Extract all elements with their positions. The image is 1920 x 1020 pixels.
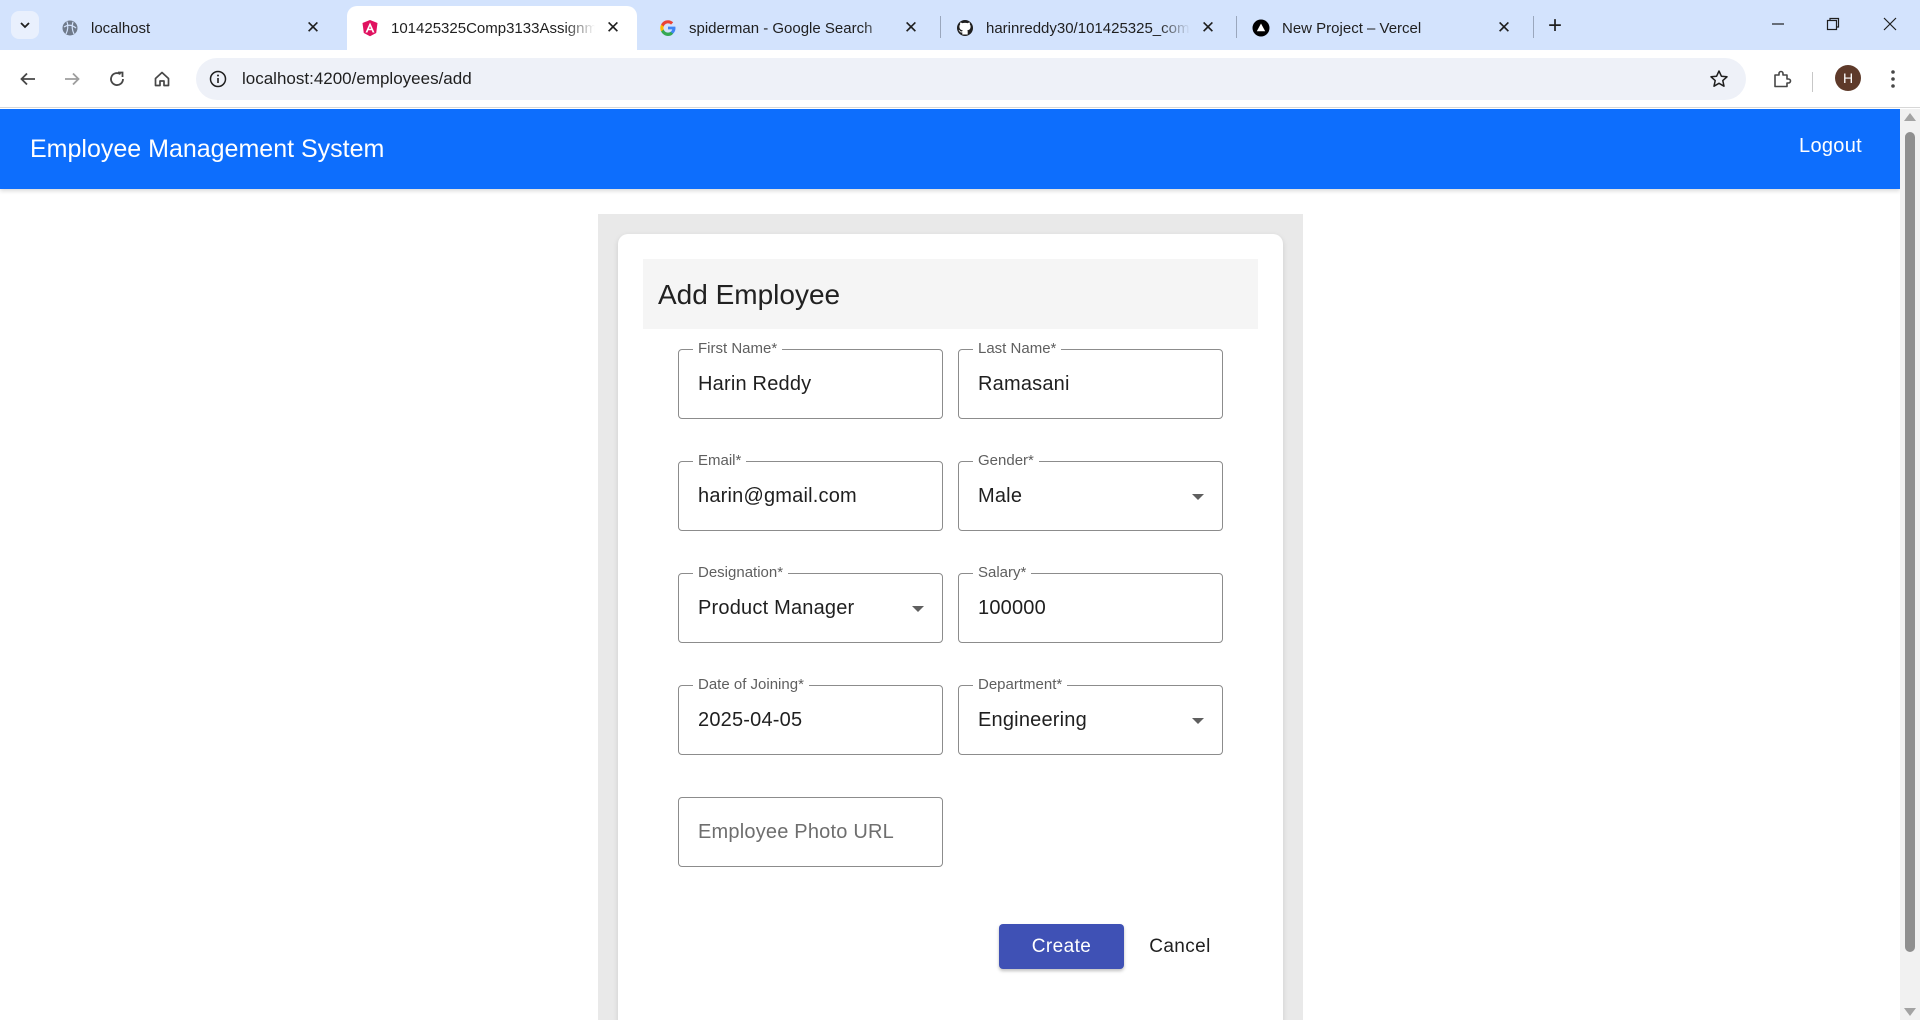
github-icon xyxy=(956,19,974,37)
department-label: Department* xyxy=(973,676,1068,694)
tab-title: 101425325Comp3133Assignme xyxy=(391,19,595,37)
bookmark-star-icon[interactable] xyxy=(1706,66,1732,92)
dropdown-arrow-icon[interactable] xyxy=(912,606,924,612)
salary-field[interactable]: Salary* 100000 xyxy=(958,564,1223,643)
date-of-joining-field[interactable]: Date of Joining* 2025-04-05 xyxy=(678,676,943,755)
reload-button[interactable] xyxy=(101,63,133,95)
designation-label: Designation* xyxy=(693,564,789,582)
scroll-down-arrow-icon[interactable] xyxy=(1904,1008,1916,1016)
gender-select[interactable]: Gender* Male xyxy=(958,452,1223,531)
date-of-joining-label: Date of Joining* xyxy=(693,676,809,694)
arrow-right-icon xyxy=(65,72,80,86)
browser-menu-button[interactable] xyxy=(1877,63,1909,95)
tab-separator xyxy=(1236,16,1237,38)
close-icon xyxy=(1883,17,1897,31)
address-bar[interactable]: localhost:4200/employees/add xyxy=(196,58,1746,100)
card-header: Add Employee xyxy=(643,259,1258,329)
site-info-icon[interactable] xyxy=(207,68,229,90)
google-icon xyxy=(659,19,677,37)
restore-icon xyxy=(1826,17,1840,31)
page-title: Add Employee xyxy=(658,279,841,310)
minimize-icon xyxy=(1772,23,1784,25)
email-field[interactable]: Email* harin@gmail.com xyxy=(678,452,943,531)
designation-value[interactable]: Product Manager xyxy=(698,597,854,620)
browser-tab-vercel[interactable]: New Project – Vercel ✕ xyxy=(1238,6,1528,50)
browser-tab-localhost[interactable]: localhost ✕ xyxy=(47,6,337,50)
tab-title: New Project – Vercel xyxy=(1282,19,1422,37)
logout-button[interactable]: Logout xyxy=(1799,135,1862,158)
first-name-field[interactable]: First Name* Harin Reddy xyxy=(678,340,943,419)
department-value[interactable]: Engineering xyxy=(978,709,1087,732)
browser-tab-angular-app[interactable]: 101425325Comp3133Assignme ✕ xyxy=(347,6,637,50)
cancel-button[interactable]: Cancel xyxy=(1135,924,1225,969)
create-button[interactable]: Create xyxy=(999,924,1124,969)
last-name-value[interactable]: Ramasani xyxy=(978,373,1070,396)
photo-url-placeholder[interactable]: Employee Photo URL xyxy=(698,821,894,844)
salary-value[interactable]: 100000 xyxy=(978,597,1046,620)
browser-tab-google-search[interactable]: spiderman - Google Search ✕ xyxy=(645,6,935,50)
close-icon[interactable]: ✕ xyxy=(901,18,921,38)
tab-separator xyxy=(1533,16,1534,38)
browser-toolbar: localhost:4200/employees/add H xyxy=(0,50,1920,108)
tab-search-button[interactable] xyxy=(11,11,39,39)
photo-url-field[interactable]: Employee Photo URL xyxy=(678,797,943,867)
puzzle-icon xyxy=(1774,70,1792,88)
profile-avatar[interactable]: H xyxy=(1835,65,1861,91)
close-icon[interactable]: ✕ xyxy=(603,18,623,38)
gender-label: Gender* xyxy=(973,452,1039,470)
chevron-down-icon xyxy=(20,22,30,29)
browser-tab-github[interactable]: harinreddy30/101425325_comp ✕ xyxy=(942,6,1232,50)
url-text[interactable]: localhost:4200/employees/add xyxy=(242,69,472,89)
first-name-value[interactable]: Harin Reddy xyxy=(698,373,811,396)
close-icon[interactable]: ✕ xyxy=(303,18,323,38)
reload-icon xyxy=(110,71,124,86)
toolbar-divider xyxy=(1812,72,1813,92)
close-icon[interactable]: ✕ xyxy=(1494,18,1514,38)
page-scrollbar[interactable] xyxy=(1900,109,1920,1020)
email-label: Email* xyxy=(693,452,747,470)
forward-button[interactable] xyxy=(56,63,88,95)
scrollbar-thumb[interactable] xyxy=(1905,132,1915,952)
home-icon xyxy=(154,71,170,87)
more-vertical-icon xyxy=(1891,70,1895,88)
gender-value[interactable]: Male xyxy=(978,485,1022,508)
close-icon[interactable]: ✕ xyxy=(1198,18,1218,38)
department-select[interactable]: Department* Engineering xyxy=(958,676,1223,755)
minimize-button[interactable] xyxy=(1758,8,1798,40)
window-close-button[interactable] xyxy=(1870,8,1910,40)
vercel-icon xyxy=(1252,19,1270,37)
back-button[interactable] xyxy=(12,63,44,95)
email-value[interactable]: harin@gmail.com xyxy=(698,485,857,508)
arrow-left-icon xyxy=(20,72,35,86)
restore-button[interactable] xyxy=(1813,8,1853,40)
page-viewport: Employee Management System Logout Add Em… xyxy=(0,109,1920,1020)
designation-select[interactable]: Designation* Product Manager xyxy=(678,564,943,643)
dropdown-arrow-icon[interactable] xyxy=(1192,718,1204,724)
salary-label: Salary* xyxy=(973,564,1032,582)
tab-title: localhost xyxy=(91,19,151,37)
tab-title: harinreddy30/101425325_comp xyxy=(986,19,1190,37)
new-tab-button[interactable]: + xyxy=(1541,12,1569,40)
globe-icon xyxy=(61,19,79,37)
last-name-label: Last Name* xyxy=(973,340,1062,358)
angular-icon xyxy=(361,19,379,37)
home-button[interactable] xyxy=(146,63,178,95)
last-name-field[interactable]: Last Name* Ramasani xyxy=(958,340,1223,419)
date-of-joining-value[interactable]: 2025-04-05 xyxy=(698,709,802,732)
first-name-label: First Name* xyxy=(693,340,783,358)
extensions-button[interactable] xyxy=(1766,63,1798,95)
tab-title: spiderman - Google Search xyxy=(689,19,873,37)
app-title[interactable]: Employee Management System xyxy=(30,135,384,164)
tab-separator xyxy=(940,16,941,38)
app-navbar: Employee Management System Logout xyxy=(0,109,1900,189)
browser-tab-strip: localhost ✕ 101425325Comp3133Assignme ✕ … xyxy=(0,0,1920,50)
dropdown-arrow-icon[interactable] xyxy=(1192,494,1204,500)
scroll-up-arrow-icon[interactable] xyxy=(1904,113,1916,121)
